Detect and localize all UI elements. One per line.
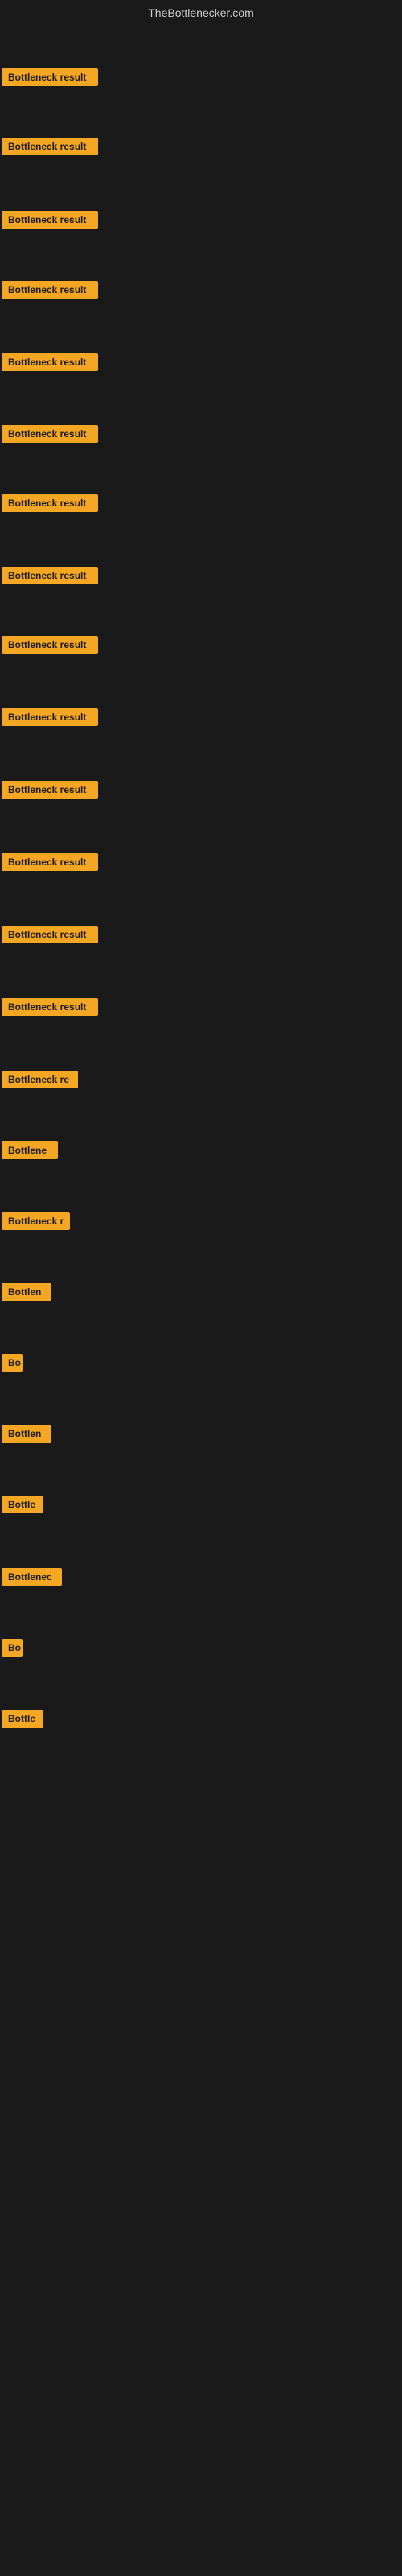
bottleneck-result-label[interactable]: Bottleneck result	[2, 567, 98, 584]
bottleneck-result-label[interactable]: Bottle	[2, 1710, 43, 1728]
bottleneck-result-row: Bottlenec	[2, 1568, 62, 1590]
bottleneck-result-label[interactable]: Bottleneck result	[2, 708, 98, 726]
bottleneck-result-row: Bottlene	[2, 1141, 58, 1163]
bottleneck-result-label[interactable]: Bottleneck result	[2, 425, 98, 443]
bottleneck-result-label[interactable]: Bottleneck result	[2, 211, 98, 229]
bottleneck-result-label[interactable]: Bottleneck re	[2, 1071, 78, 1088]
bottleneck-result-row: Bottlen	[2, 1283, 51, 1305]
bottleneck-result-label[interactable]: Bottleneck result	[2, 494, 98, 512]
bottleneck-result-row: Bottleneck result	[2, 567, 98, 588]
bottleneck-result-row: Bottleneck result	[2, 853, 98, 875]
bottleneck-result-row: Bottleneck result	[2, 926, 98, 947]
bottleneck-result-label[interactable]: Bottle	[2, 1496, 43, 1513]
bottleneck-result-label[interactable]: Bottleneck result	[2, 998, 98, 1016]
bottleneck-result-row: Bottleneck result	[2, 425, 98, 447]
bottleneck-result-row: Bottleneck re	[2, 1071, 78, 1092]
site-title: TheBottlenecker.com	[0, 0, 402, 23]
bottleneck-result-row: Bottleneck result	[2, 353, 98, 375]
bottleneck-result-row: Bottleneck result	[2, 138, 98, 159]
bottleneck-result-label[interactable]: Bottleneck result	[2, 138, 98, 155]
bottleneck-result-label[interactable]: Bottleneck result	[2, 636, 98, 654]
bottleneck-result-row: Bottleneck result	[2, 998, 98, 1020]
bottleneck-result-label[interactable]: Bottlene	[2, 1141, 58, 1159]
bottleneck-result-row: Bottleneck result	[2, 708, 98, 730]
bottleneck-result-label[interactable]: Bottlenec	[2, 1568, 62, 1586]
bottleneck-result-label[interactable]: Bottlen	[2, 1283, 51, 1301]
bottleneck-result-row: Bottlen	[2, 1425, 51, 1447]
bottleneck-result-label[interactable]: Bottleneck result	[2, 781, 98, 799]
bottleneck-result-label[interactable]: Bottleneck result	[2, 853, 98, 871]
bottleneck-result-label[interactable]: Bottleneck result	[2, 281, 98, 299]
bottleneck-result-label[interactable]: Bottleneck result	[2, 68, 98, 86]
bottleneck-result-label[interactable]: Bottleneck r	[2, 1212, 70, 1230]
bottleneck-result-label[interactable]: Bo	[2, 1639, 23, 1657]
bottleneck-result-row: Bottleneck result	[2, 494, 98, 516]
bottleneck-result-label[interactable]: Bottleneck result	[2, 353, 98, 371]
bottleneck-result-row: Bo	[2, 1639, 23, 1661]
bottleneck-result-row: Bottleneck result	[2, 781, 98, 803]
bottleneck-result-row: Bo	[2, 1354, 23, 1376]
bottleneck-result-label[interactable]: Bottlen	[2, 1425, 51, 1443]
bottleneck-result-label[interactable]: Bo	[2, 1354, 23, 1372]
bottleneck-result-row: Bottleneck result	[2, 636, 98, 658]
bottleneck-result-row: Bottleneck result	[2, 68, 98, 90]
bottleneck-result-row: Bottle	[2, 1496, 43, 1517]
bottleneck-result-row: Bottleneck result	[2, 281, 98, 303]
bottleneck-result-label[interactable]: Bottleneck result	[2, 926, 98, 943]
bottleneck-result-row: Bottle	[2, 1710, 43, 1732]
bottleneck-result-row: Bottleneck result	[2, 211, 98, 233]
bottleneck-result-row: Bottleneck r	[2, 1212, 70, 1234]
